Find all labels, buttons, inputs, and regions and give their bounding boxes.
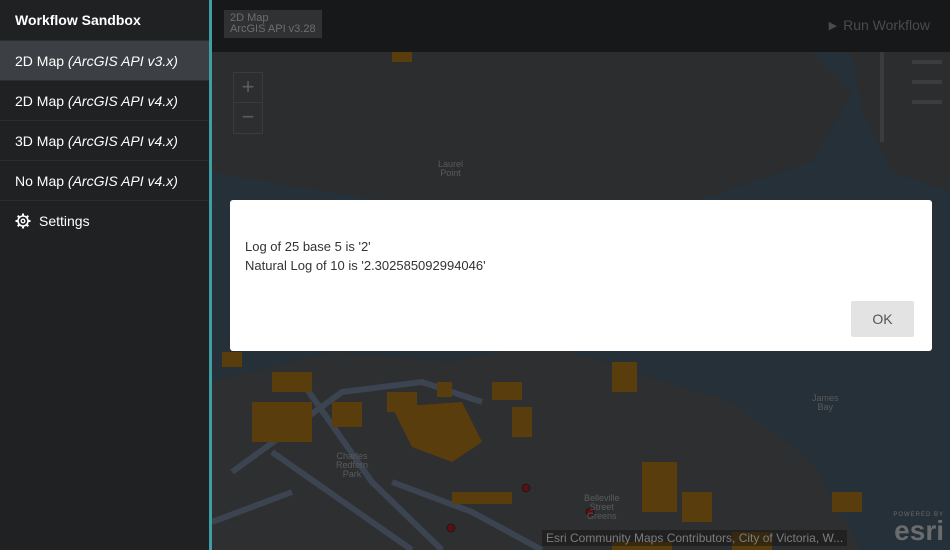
zoom-in-button[interactable]: +	[234, 73, 262, 103]
nav-item-label: 3D Map	[15, 133, 68, 149]
nav-item-api: (ArcGIS API v3.x)	[67, 53, 178, 69]
nav-item-label: 2D Map	[15, 93, 68, 109]
dialog-line-1: Log of 25 base 5 is '2'	[245, 239, 371, 254]
dialog-message: Log of 25 base 5 is '2' Natural Log of 1…	[245, 237, 486, 275]
nav-item-label: No Map	[15, 173, 68, 189]
map-attribution: Esri Community Maps Contributors, City o…	[542, 530, 848, 546]
nav-item-2d-map-v3[interactable]: 2D Map (ArcGIS API v3.x)	[0, 40, 209, 80]
badge-line-2: ArcGIS API v3.28	[230, 23, 316, 35]
nav-item-api: (ArcGIS API v4.x)	[67, 93, 178, 109]
nav-item-no-map-v4[interactable]: No Map (ArcGIS API v4.x)	[0, 160, 209, 200]
nav-item-label: 2D Map	[15, 53, 68, 69]
map-label-charles-redfern-park: Charles Redfern Park	[336, 451, 369, 479]
alert-dialog: Log of 25 base 5 is '2' Natural Log of 1…	[230, 200, 932, 351]
nav-item-api: (ArcGIS API v4.x)	[67, 133, 178, 149]
esri-wordmark: esri	[894, 515, 944, 546]
ok-button[interactable]: OK	[851, 301, 914, 337]
dialog-line-2: Natural Log of 10 is '2.302585092994046'	[245, 258, 486, 273]
zoom-control: + −	[233, 72, 263, 134]
play-icon: ▶	[828, 19, 838, 32]
run-workflow-button[interactable]: ▶ Run Workflow	[829, 17, 930, 33]
nav-item-2d-map-v4[interactable]: 2D Map (ArcGIS API v4.x)	[0, 80, 209, 120]
settings-label: Settings	[39, 212, 90, 229]
esri-logo: POWERED BY esri	[893, 512, 944, 546]
map-label-laurel-point: Laurel Point	[438, 159, 464, 178]
map-label-belleville-street: Belleville Street Greens	[584, 493, 620, 521]
map-type-badge: 2D Map ArcGIS API v3.28	[224, 10, 322, 38]
top-bar: 2D Map ArcGIS API v3.28 ▶ Run Workflow	[212, 0, 950, 52]
run-workflow-label: Run Workflow	[843, 17, 930, 33]
app-title: Workflow Sandbox	[15, 12, 141, 28]
sidebar: Workflow Sandbox 2D Map (ArcGIS API v3.x…	[0, 0, 209, 550]
map-label-james-bay: James Bay	[812, 393, 839, 412]
nav-item-settings[interactable]: Settings	[0, 200, 209, 240]
nav-item-api: (ArcGIS API v4.x)	[67, 173, 178, 189]
gear-icon	[15, 213, 31, 229]
zoom-out-button[interactable]: −	[234, 103, 262, 133]
nav-item-3d-map-v4[interactable]: 3D Map (ArcGIS API v4.x)	[0, 120, 209, 160]
